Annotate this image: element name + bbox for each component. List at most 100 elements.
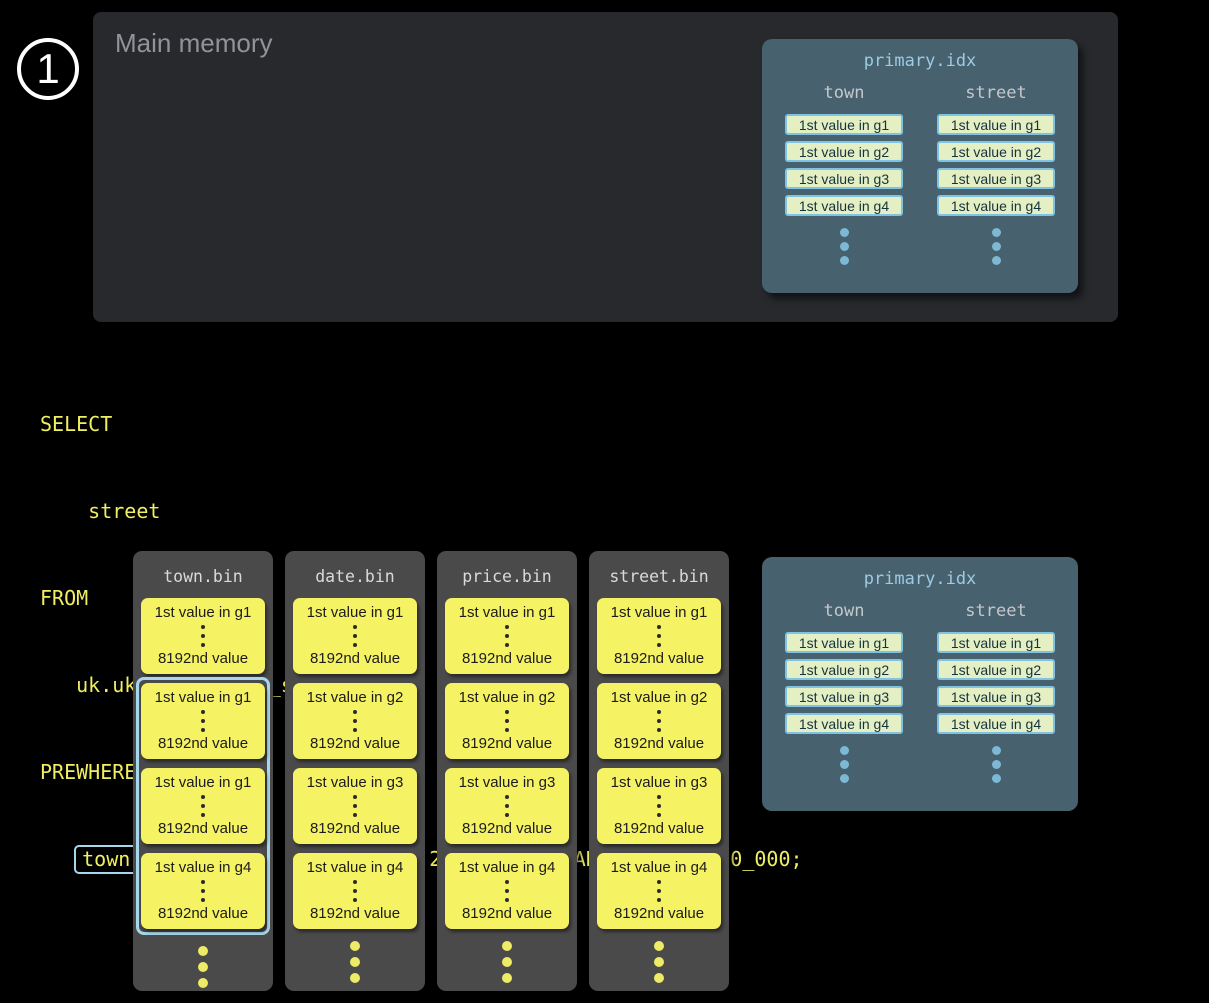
- ellipsis-icon: [285, 938, 425, 986]
- granule-last-value: 8192nd value: [310, 905, 400, 922]
- ellipsis-icon: [201, 622, 205, 649]
- granule-block: 1st value in g1 8192nd value: [445, 598, 569, 674]
- granule-block: 1st value in g1 8192nd value: [141, 683, 265, 759]
- ellipsis-icon: [657, 877, 661, 904]
- granule-first-value: 1st value in g2: [307, 689, 404, 706]
- primary-idx-panel-disk: primary.idx town 1st value in g1 1st val…: [762, 557, 1078, 811]
- idx-column-town: town 1st value in g1 1st value in g2 1st…: [774, 601, 914, 785]
- idx-column-header: town: [774, 601, 914, 621]
- idx-column-town: town 1st value in g1 1st value in g2 1st…: [774, 83, 914, 267]
- ellipsis-icon: [774, 743, 914, 785]
- granule-first-value: 1st value in g4: [459, 859, 556, 876]
- granule-first-value: 1st value in g4: [307, 859, 404, 876]
- granule-last-value: 8192nd value: [614, 820, 704, 837]
- idx-entry: 1st value in g1: [937, 632, 1055, 653]
- idx-entry: 1st value in g2: [937, 659, 1055, 680]
- granule-last-value: 8192nd value: [462, 905, 552, 922]
- granule-first-value: 1st value in g1: [307, 604, 404, 621]
- granule-block: 1st value in g1 8192nd value: [293, 598, 417, 674]
- granule-first-value: 1st value in g3: [307, 774, 404, 791]
- granule-last-value: 8192nd value: [462, 650, 552, 667]
- granule-last-value: 8192nd value: [614, 735, 704, 752]
- idx-entry: 1st value in g4: [785, 195, 903, 216]
- bin-file-street: street.bin 1st value in g1 8192nd value …: [589, 551, 729, 991]
- granule-first-value: 1st value in g2: [459, 689, 556, 706]
- primary-idx-title: primary.idx: [762, 39, 1078, 71]
- ellipsis-icon: [437, 938, 577, 986]
- idx-column-header: street: [926, 83, 1066, 103]
- granule-last-value: 8192nd value: [158, 820, 248, 837]
- idx-entry: 1st value in g1: [785, 114, 903, 135]
- ellipsis-icon: [353, 622, 357, 649]
- bin-file-title: price.bin: [437, 551, 577, 591]
- granule-block: 1st value in g4 8192nd value: [293, 853, 417, 929]
- granule-last-value: 8192nd value: [158, 735, 248, 752]
- ellipsis-icon: [505, 792, 509, 819]
- ellipsis-icon: [505, 877, 509, 904]
- main-memory-title: Main memory: [115, 28, 272, 59]
- idx-entry: 1st value in g2: [785, 659, 903, 680]
- bin-file-date: date.bin 1st value in g1 8192nd value 1s…: [285, 551, 425, 991]
- granule-first-value: 1st value in g2: [611, 689, 708, 706]
- ellipsis-icon: [353, 707, 357, 734]
- granule-first-value: 1st value in g1: [155, 774, 252, 791]
- ellipsis-icon: [201, 877, 205, 904]
- idx-entry: 1st value in g3: [937, 686, 1055, 707]
- granule-first-value: 1st value in g4: [611, 859, 708, 876]
- granule-first-value: 1st value in g1: [155, 689, 252, 706]
- granule-first-value: 1st value in g3: [459, 774, 556, 791]
- granule-block: 1st value in g4 8192nd value: [597, 853, 721, 929]
- ellipsis-icon: [657, 707, 661, 734]
- sql-indent: [40, 847, 76, 871]
- granule-last-value: 8192nd value: [310, 735, 400, 752]
- granule-block: 1st value in g1 8192nd value: [597, 598, 721, 674]
- granule-block: 1st value in g1 8192nd value: [141, 768, 265, 844]
- granule-last-value: 8192nd value: [310, 650, 400, 667]
- ellipsis-icon: [657, 622, 661, 649]
- granule-block: 1st value in g2 8192nd value: [445, 683, 569, 759]
- bin-file-title: street.bin: [589, 551, 729, 591]
- ellipsis-icon: [657, 792, 661, 819]
- idx-entry: 1st value in g4: [937, 195, 1055, 216]
- idx-column-street: street 1st value in g1 1st value in g2 1…: [926, 601, 1066, 785]
- ellipsis-icon: [201, 792, 205, 819]
- ellipsis-icon: [774, 225, 914, 267]
- sql-line: SELECT: [40, 410, 803, 439]
- idx-column-header: town: [774, 83, 914, 103]
- ellipsis-icon: [505, 622, 509, 649]
- ellipsis-icon: [589, 938, 729, 986]
- primary-idx-columns: town 1st value in g1 1st value in g2 1st…: [762, 601, 1078, 785]
- ellipsis-icon: [201, 707, 205, 734]
- ellipsis-icon: [505, 707, 509, 734]
- bin-file-title: town.bin: [133, 551, 273, 591]
- granule-last-value: 8192nd value: [310, 820, 400, 837]
- granule-last-value: 8192nd value: [462, 820, 552, 837]
- granule-block: 1st value in g3 8192nd value: [597, 768, 721, 844]
- selected-granules-highlight: 1st value in g1 8192nd value 1st value i…: [136, 677, 270, 935]
- granule-block: 1st value in g3 8192nd value: [445, 768, 569, 844]
- granule-block: 1st value in g4 8192nd value: [141, 853, 265, 929]
- bin-file-town: town.bin 1st value in g1 8192nd value 1s…: [133, 551, 273, 991]
- granule-block: 1st value in g1 8192nd value: [141, 598, 265, 674]
- primary-idx-title: primary.idx: [762, 557, 1078, 589]
- sql-line: street: [40, 497, 803, 526]
- idx-entry: 1st value in g3: [785, 686, 903, 707]
- granule-first-value: 1st value in g1: [459, 604, 556, 621]
- idx-entry: 1st value in g2: [937, 141, 1055, 162]
- granule-last-value: 8192nd value: [158, 905, 248, 922]
- idx-column-header: street: [926, 601, 1066, 621]
- granule-first-value: 1st value in g3: [611, 774, 708, 791]
- granule-first-value: 1st value in g4: [155, 859, 252, 876]
- granule-last-value: 8192nd value: [158, 650, 248, 667]
- idx-entry: 1st value in g2: [785, 141, 903, 162]
- step-number: 1: [36, 48, 59, 90]
- granule-block: 1st value in g3 8192nd value: [293, 768, 417, 844]
- ellipsis-icon: [353, 877, 357, 904]
- bin-file-price: price.bin 1st value in g1 8192nd value 1…: [437, 551, 577, 991]
- idx-entry: 1st value in g3: [937, 168, 1055, 189]
- granule-last-value: 8192nd value: [614, 650, 704, 667]
- granule-block: 1st value in g4 8192nd value: [445, 853, 569, 929]
- ellipsis-icon: [353, 792, 357, 819]
- granule-last-value: 8192nd value: [462, 735, 552, 752]
- step-badge: 1: [17, 38, 79, 100]
